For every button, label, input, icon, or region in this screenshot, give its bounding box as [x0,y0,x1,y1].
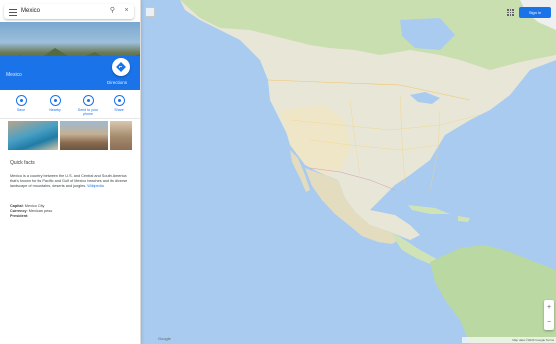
action-row: Save Nearby Send to your phone Share [0,92,140,119]
hispaniola [458,216,470,222]
description-text: Mexico is a country between the U.S. and… [10,174,128,188]
place-panel: Mexico ⚲ × Mexico Directions Save Nearby… [0,0,141,344]
share-label: Share [114,108,124,112]
nearby-icon [49,95,61,106]
google-logo: Google [158,336,171,341]
south-america-landmass [430,245,556,344]
bookmark-icon [15,95,27,106]
close-icon[interactable]: × [122,6,131,16]
share-button[interactable]: Share [104,94,134,118]
fact-president: President: [10,214,29,219]
zoom-in-button[interactable]: + [544,300,554,315]
send-to-phone-label: Send to your phone [77,108,99,116]
search-box[interactable]: Mexico ⚲ × [4,4,134,19]
fact-value[interactable]: Mexican peso [29,209,52,213]
menu-icon[interactable] [9,7,17,16]
send-to-phone-button[interactable]: Send to your phone [73,94,103,118]
quick-facts: Capital: Mexico City Currency: Mexican p… [10,204,130,220]
fact-label: Currency [10,209,27,214]
save-label: Save [16,108,26,112]
fact-value[interactable]: Mexico City [25,204,45,208]
photo-thumbnail[interactable] [60,121,108,150]
wikipedia-link[interactable]: Wikipedia [87,184,103,188]
search-icon[interactable]: ⚲ [108,6,117,16]
directions-icon [116,62,126,72]
fact-label: Capital [10,204,23,208]
share-icon [113,95,125,106]
place-description: Mexico is a country between the U.S. and… [10,174,130,189]
save-button[interactable]: Save [6,94,36,118]
map-footer[interactable]: Map data ©2020 Google Terms [462,337,556,343]
zoom-out-button[interactable]: − [544,315,554,330]
nearby-label: Nearby [49,108,61,112]
photo-strip [8,121,132,150]
fact-label: President [10,214,28,219]
sign-in-button[interactable]: Sign in [519,7,551,18]
place-subtitle: Mexico [6,72,22,78]
about-title: Quick facts [10,160,35,166]
map-layer [180,0,556,344]
directions-label: Directions [107,80,128,85]
cuba [408,205,450,214]
phone-icon [82,95,94,106]
minimap-toggle[interactable] [145,7,155,17]
photo-thumbnail[interactable] [8,121,58,150]
map-canvas[interactable] [140,0,556,344]
search-input[interactable]: Mexico [21,6,40,17]
apps-grid-icon[interactable] [507,9,514,16]
maps-window: Sign in + − Google Map data ©2020 Google… [0,0,556,344]
nearby-button[interactable]: Nearby [40,94,70,118]
zoom-controls: + − [544,300,554,330]
photo-thumbnail[interactable] [110,121,132,150]
directions-button[interactable] [112,58,130,76]
